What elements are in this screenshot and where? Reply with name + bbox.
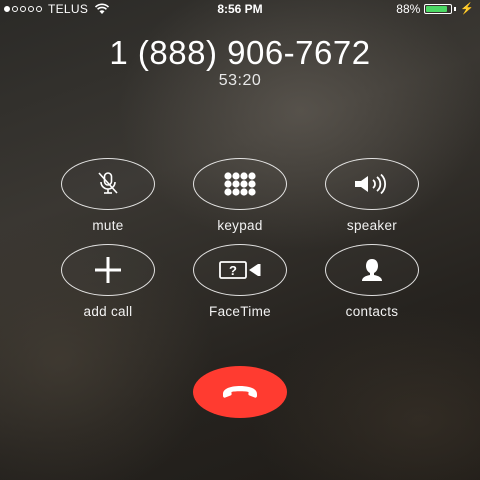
- charging-bolt-icon: ⚡: [460, 3, 474, 15]
- status-right: 88% ⚡: [396, 2, 474, 16]
- end-call-button[interactable]: [193, 366, 287, 418]
- keypad-button[interactable]: [193, 158, 287, 210]
- phone-number: 1 (888) 906-7672: [109, 34, 371, 71]
- keypad-icon: [224, 172, 256, 196]
- keypad-control: keypad: [180, 158, 300, 233]
- battery-percent: 88%: [396, 2, 421, 16]
- battery-nub: [454, 7, 457, 11]
- svg-text:?: ?: [229, 263, 237, 278]
- add-call-button[interactable]: [61, 244, 155, 296]
- contacts-label: contacts: [345, 304, 399, 319]
- mute-button[interactable]: [61, 158, 155, 210]
- add-call-control: add call: [48, 244, 168, 319]
- contacts-button[interactable]: [325, 244, 419, 296]
- battery-fill: [426, 6, 448, 12]
- keypad-label: keypad: [217, 218, 263, 233]
- facetime-icon: ?: [219, 261, 261, 279]
- hang-up-icon: [223, 386, 257, 398]
- speaker-icon: [355, 173, 387, 195]
- facetime-button[interactable]: ?: [193, 244, 287, 296]
- add-call-label: add call: [83, 304, 133, 319]
- call-duration: 53:20: [218, 72, 262, 89]
- speaker-label: speaker: [346, 218, 398, 233]
- speaker-button[interactable]: [325, 158, 419, 210]
- facetime-control: ? FaceTime: [180, 244, 300, 319]
- speaker-control: speaker: [312, 158, 432, 233]
- mute-label: mute: [92, 218, 124, 233]
- facetime-label: FaceTime: [209, 304, 271, 319]
- contacts-control: contacts: [312, 244, 432, 319]
- battery-icon: [424, 4, 453, 14]
- status-bar: TELUS 8:56 PM 88% ⚡: [0, 0, 480, 18]
- mic-muted-icon: [98, 172, 118, 194]
- plus-icon: [95, 257, 121, 283]
- mute-control: mute: [48, 158, 168, 233]
- contact-icon: [362, 259, 382, 281]
